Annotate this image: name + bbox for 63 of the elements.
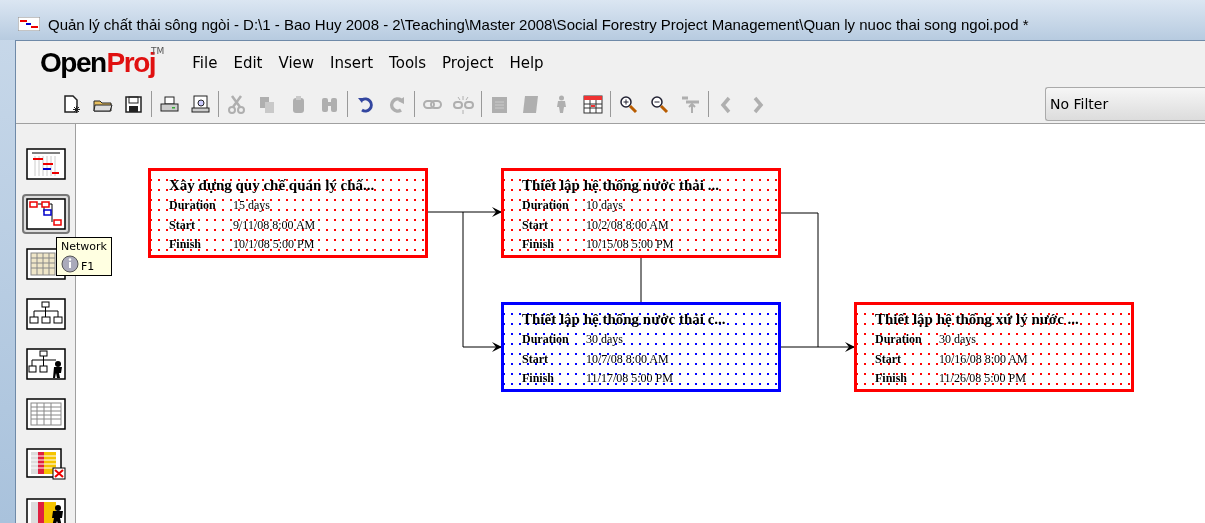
field-value: 11/17/08 5:00 PM (586, 370, 674, 387)
tooltip-title: Network (61, 240, 107, 253)
field-label: Finish (169, 236, 202, 253)
task-node[interactable]: Thiết lập hệ thống nước thải c... Duration 30 days Start 10/7/08 8:00 AM Finish 11/17/08 5:00 PM (501, 302, 781, 392)
menu-item[interactable]: Project (434, 51, 502, 75)
field-value: 10/1/08 5:00 PM (233, 236, 316, 253)
printer-icon[interactable] (159, 93, 180, 115)
network-diagram-icon (25, 198, 66, 230)
menu-item[interactable]: Help (501, 51, 552, 75)
hierarchy-person-icon (25, 348, 66, 380)
gantt-chart-icon (25, 148, 66, 180)
menu-item[interactable]: View (270, 51, 323, 75)
menu-item[interactable]: File (184, 51, 226, 75)
connector-line (640, 257, 642, 303)
zoom-in-icon[interactable] (618, 93, 639, 115)
logo-text: Open (40, 46, 106, 80)
task-title: Thiết lập hệ thống xử lý nước ... (875, 310, 1079, 329)
task-title: Thiết lập hệ thống nước thải ... (522, 176, 719, 195)
field-value: 10 days (586, 197, 624, 214)
spreadsheet-icon (25, 398, 66, 430)
field-value: 11/26/08 5:00 PM (939, 370, 1027, 387)
zoom-out-icon[interactable] (649, 93, 670, 115)
menu-item[interactable]: Edit (225, 51, 271, 75)
filter-dropdown[interactable]: No Filter (1045, 87, 1205, 121)
menu-item[interactable]: Tools (381, 51, 435, 75)
field-label: Duration (169, 197, 217, 214)
field-label: Finish (522, 236, 555, 253)
field-value: 15 days (233, 197, 271, 214)
field-label: Duration (522, 197, 570, 214)
task-title: Thiết lập hệ thống nước thải c... (522, 310, 726, 329)
field-label: Finish (875, 370, 908, 387)
field-value: 9/11/08 8:00 AM (233, 216, 317, 234)
usage-table-icon (25, 448, 66, 480)
field-value: 10/2/08 8:00 AM (586, 216, 670, 234)
print-preview-icon[interactable] (190, 93, 211, 115)
field-value: 30 days (586, 331, 624, 348)
trademark-mark: TM (151, 46, 165, 56)
shortcut-key: F1 (81, 260, 95, 273)
new-document-icon[interactable] (61, 93, 82, 115)
field-label: Duration (522, 331, 570, 348)
app-icon (18, 17, 40, 31)
calendar-icon[interactable] (582, 93, 603, 115)
field-label: Start (169, 216, 196, 234)
field-label: Finish (522, 370, 555, 387)
field-value: 10/15/08 5:00 PM (586, 236, 675, 253)
field-value: 10/7/08 8:00 AM (586, 350, 670, 368)
field-label: Duration (875, 331, 923, 348)
field-value: 30 days (939, 331, 977, 348)
connector-line (780, 346, 819, 348)
task-title: Xây dựng quy chế quản lý chấ... (169, 176, 375, 195)
window-title: Quản lý chất thải sông ngòi - D:\1 - Bao Huy 2008 - 2\Teaching\Master 2008\Social Forestry Project Management\Quan ly nuoc thai song ngoi.pod * (48, 15, 1029, 33)
field-label: Start (522, 216, 549, 234)
task-node[interactable]: Xây dựng quy chế quản lý chấ... Duration 15 days Start 9/11/08 8:00 AM Finish 10/1/08 5:00 PM (148, 168, 428, 258)
task-node[interactable]: Thiết lập hệ thống nước thải ... Duration 10 days Start 10/2/08 8:00 AM Finish 10/15/08 5:00 PM (501, 168, 781, 258)
field-value: 10/16/08 8:00 AM (939, 350, 1029, 368)
field-label: Start (875, 350, 902, 368)
hierarchy-chart-icon (25, 298, 66, 330)
usage-person-icon (25, 498, 66, 523)
task-node[interactable]: Thiết lập hệ thống xử lý nước ... Duration 30 days Start 10/16/08 8:00 AM Finish 11/26/08 5:00 PM (854, 302, 1134, 392)
view-button[interactable] (21, 194, 70, 234)
field-label: Start (522, 350, 549, 368)
info-icon (61, 255, 79, 273)
menu-item[interactable]: Insert (322, 51, 382, 75)
